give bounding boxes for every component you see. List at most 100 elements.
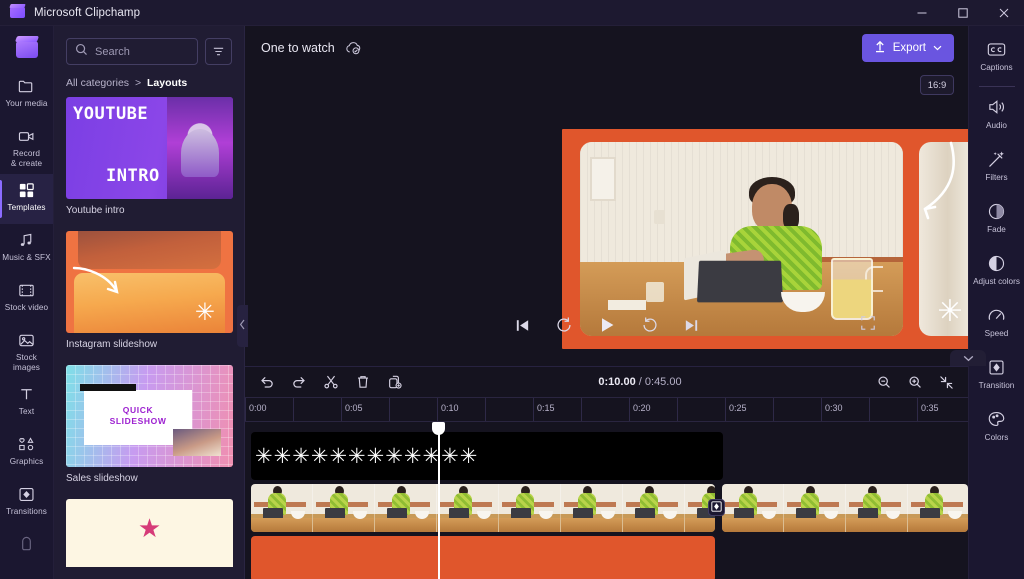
curved-arrow-icon — [72, 265, 130, 312]
sidebar-item-text[interactable]: Text — [0, 378, 54, 428]
fade-circle-icon — [987, 201, 1006, 221]
breadcrumb-root[interactable]: All categories — [66, 77, 129, 89]
video-clip[interactable] — [251, 484, 715, 532]
sidebar-item-stock-video[interactable]: Stock video — [0, 274, 54, 324]
sparkle-icon: ✳ — [311, 446, 328, 467]
ruler-label: 0:25 — [725, 403, 747, 413]
maximize-icon[interactable] — [942, 0, 983, 26]
undo-button[interactable] — [259, 374, 275, 390]
search-icon — [75, 43, 88, 61]
ruler-label: 0:30 — [821, 403, 843, 413]
panel-item-speed[interactable]: Speed — [969, 298, 1024, 350]
video-scene — [580, 142, 903, 336]
filter-icon[interactable] — [205, 38, 232, 65]
panel-item-label: Speed — [985, 329, 1009, 339]
fit-to-screen-button[interactable] — [939, 375, 954, 390]
chevron-left-icon — [239, 317, 246, 335]
ruler-label: 0:00 — [245, 403, 267, 413]
template-card-youtube-intro[interactable]: YOUTUBE INTRO Youtube intro — [66, 97, 232, 225]
panel-item-fade[interactable]: Fade — [969, 194, 1024, 246]
sidebar-item-record-create[interactable]: Record & create — [0, 120, 54, 174]
panel-collapse-button[interactable] — [237, 305, 248, 347]
template-name: Youtube intro — [66, 199, 232, 225]
panel-search-row: Search — [54, 26, 244, 65]
palette-icon — [987, 409, 1006, 429]
template-thumb-line2: SLIDESHOW — [110, 416, 167, 426]
clapperboard-icon[interactable] — [9, 32, 45, 66]
video-preview-area: 16:9 — [245, 70, 968, 362]
timeline-tracks: ✳✳✳✳✳✳✳✳✳✳✳✳ — [245, 422, 968, 579]
panel-item-audio[interactable]: Audio — [969, 90, 1024, 142]
panel-item-adjust-colors[interactable]: Adjust colors — [969, 246, 1024, 298]
template-card-partial[interactable]: ★ — [66, 499, 232, 567]
panel-item-filters[interactable]: Filters — [969, 142, 1024, 194]
sidebar-item-music-sfx[interactable]: Music & SFX — [0, 224, 54, 274]
sparkle-icon: ✳ — [329, 446, 346, 467]
timeline-toolbar: 0:10.00 / 0:45.00 — [245, 367, 968, 397]
zoom-out-button[interactable] — [877, 375, 892, 390]
folder-icon — [17, 76, 36, 96]
star-graphic-icon: ★ — [138, 513, 161, 544]
text-t-icon — [17, 384, 36, 404]
playhead[interactable] — [438, 422, 440, 579]
template-name: Sales slideshow — [66, 467, 232, 493]
redo-button[interactable] — [291, 374, 307, 390]
sidebar-item-label: Templates — [7, 203, 45, 213]
sidebar-item-graphics[interactable]: Graphics — [0, 428, 54, 478]
sidebar-item-templates[interactable]: Templates — [0, 174, 54, 224]
panel-item-captions[interactable]: Captions — [969, 32, 1024, 84]
sidebar-item-brand-kit[interactable] — [0, 528, 54, 578]
close-icon[interactable] — [983, 0, 1024, 26]
preview-stage: ✳ — [407, 129, 807, 263]
brand-kit-icon — [17, 534, 36, 554]
speaker-icon — [987, 97, 1006, 117]
template-card-sales-slideshow[interactable]: QUICK SLIDESHOW Sales slideshow — [66, 365, 232, 493]
panel-item-colors[interactable]: Colors — [969, 402, 1024, 454]
sidebar-item-stock-images[interactable]: Stock images — [0, 324, 54, 378]
sidebar-item-label: Transitions — [6, 507, 47, 517]
skip-previous-icon[interactable] — [514, 317, 531, 334]
fullscreen-button[interactable] — [860, 308, 876, 342]
speedometer-icon — [987, 305, 1006, 325]
templates-grid-icon — [17, 180, 36, 200]
captions-cc-icon — [987, 39, 1006, 59]
sidebar-item-your-media[interactable]: Your media — [0, 70, 54, 120]
sidebar-item-label: Your media — [5, 99, 47, 109]
search-input[interactable]: Search — [66, 38, 198, 65]
upload-icon — [874, 40, 886, 56]
export-button[interactable]: Export — [862, 34, 954, 62]
minimize-icon[interactable] — [901, 0, 942, 26]
time-separator: / — [639, 376, 642, 388]
forward-5-icon[interactable] — [641, 316, 659, 334]
split-button[interactable] — [323, 374, 339, 390]
template-thumbnail: QUICK SLIDESHOW — [66, 365, 233, 467]
delete-button[interactable] — [355, 374, 371, 390]
app-title: Microsoft Clipchamp — [34, 7, 140, 19]
sparkle-icon: ✳ — [274, 446, 291, 467]
breadcrumb: All categories > Layouts — [54, 65, 244, 97]
text-clip[interactable]: ✳✳✳✳✳✳✳✳✳✳✳✳ — [251, 432, 723, 480]
aspect-ratio-button[interactable]: 16:9 — [920, 75, 954, 95]
panel-item-label: Captions — [980, 63, 1012, 73]
sidebar-item-label: Text — [19, 407, 34, 417]
sidebar-item-transitions[interactable]: Transitions — [0, 478, 54, 528]
transition-badge[interactable] — [708, 499, 725, 516]
duplicate-button[interactable] — [387, 374, 403, 390]
template-card-instagram-slideshow[interactable]: ✳ Instagram slideshow — [66, 231, 232, 359]
skip-next-icon[interactable] — [683, 317, 700, 334]
timeline-ruler[interactable]: 0:00 0:05 0:10 0:15 0:20 0:25 0:30 0:35 — [245, 397, 968, 422]
replay-5-icon[interactable] — [555, 316, 573, 334]
play-icon[interactable] — [597, 315, 617, 335]
project-name[interactable]: One to watch — [261, 41, 335, 55]
sparkle-icon: ✳ — [195, 301, 215, 325]
sparkle-icon: ✳ — [422, 446, 439, 467]
zoom-in-button[interactable] — [908, 375, 923, 390]
timeline-collapse-button[interactable] — [950, 350, 986, 366]
panel-item-label: Colors — [985, 433, 1009, 443]
sidebar-item-label: Record & create — [11, 149, 42, 169]
video-clip[interactable] — [722, 484, 968, 532]
clipchamp-window: Microsoft Clipchamp Your media — [0, 0, 1024, 579]
background-color-clip[interactable] — [251, 536, 715, 579]
music-note-icon — [17, 230, 36, 250]
panel-item-label: Adjust colors — [973, 277, 1020, 287]
